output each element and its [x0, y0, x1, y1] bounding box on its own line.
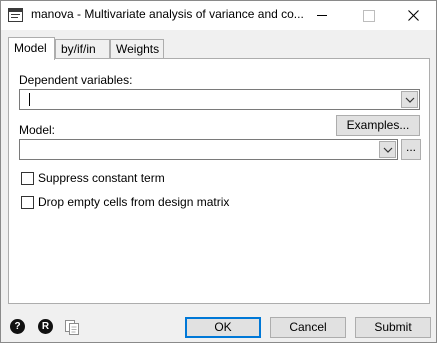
close-icon [408, 10, 419, 21]
model-browse-button[interactable]: ... [401, 139, 421, 160]
chevron-down-icon [383, 147, 393, 153]
tab-strip: Model by/if/in Weights [8, 37, 428, 60]
drop-empty-cells-label: Drop empty cells from design matrix [38, 195, 230, 209]
dependent-variables-dropdown[interactable] [401, 91, 418, 108]
help-button[interactable]: ? [10, 319, 26, 335]
model-combo[interactable] [19, 139, 398, 160]
maximize-button[interactable] [345, 1, 391, 30]
window-title: manova - Multivariate analysis of varian… [31, 7, 304, 21]
minimize-button[interactable] [299, 1, 345, 30]
model-label: Model: [19, 123, 56, 137]
tab-model[interactable]: Model [8, 37, 55, 60]
checkbox-box[interactable] [21, 172, 34, 185]
reset-icon: R [38, 319, 53, 334]
dependent-variables-combo[interactable] [19, 89, 420, 110]
close-button[interactable] [390, 1, 436, 30]
tab-panel-model: Dependent variables: Model: Examples... … [8, 58, 430, 304]
tab-by-if-in[interactable]: by/if/in [55, 39, 110, 59]
ok-button[interactable]: OK [185, 317, 261, 338]
dialog-icon [8, 8, 23, 22]
submit-button[interactable]: Submit [355, 317, 431, 338]
model-dropdown[interactable] [379, 141, 396, 158]
copy-command-icon [65, 320, 79, 335]
chevron-down-icon [405, 97, 415, 103]
cancel-button[interactable]: Cancel [270, 317, 346, 338]
checkbox-box[interactable] [21, 196, 34, 209]
reset-button[interactable]: R [38, 319, 54, 335]
dialog-window: manova - Multivariate analysis of varian… [0, 0, 437, 343]
help-icon: ? [10, 319, 25, 334]
suppress-constant-label: Suppress constant term [38, 171, 165, 185]
text-caret [29, 93, 30, 106]
tab-weights[interactable]: Weights [110, 39, 164, 59]
dependent-variables-label: Dependent variables: [19, 73, 133, 87]
copy-command-button[interactable] [64, 319, 80, 335]
title-bar[interactable]: manova - Multivariate analysis of varian… [1, 1, 436, 30]
examples-button[interactable]: Examples... [336, 115, 420, 136]
